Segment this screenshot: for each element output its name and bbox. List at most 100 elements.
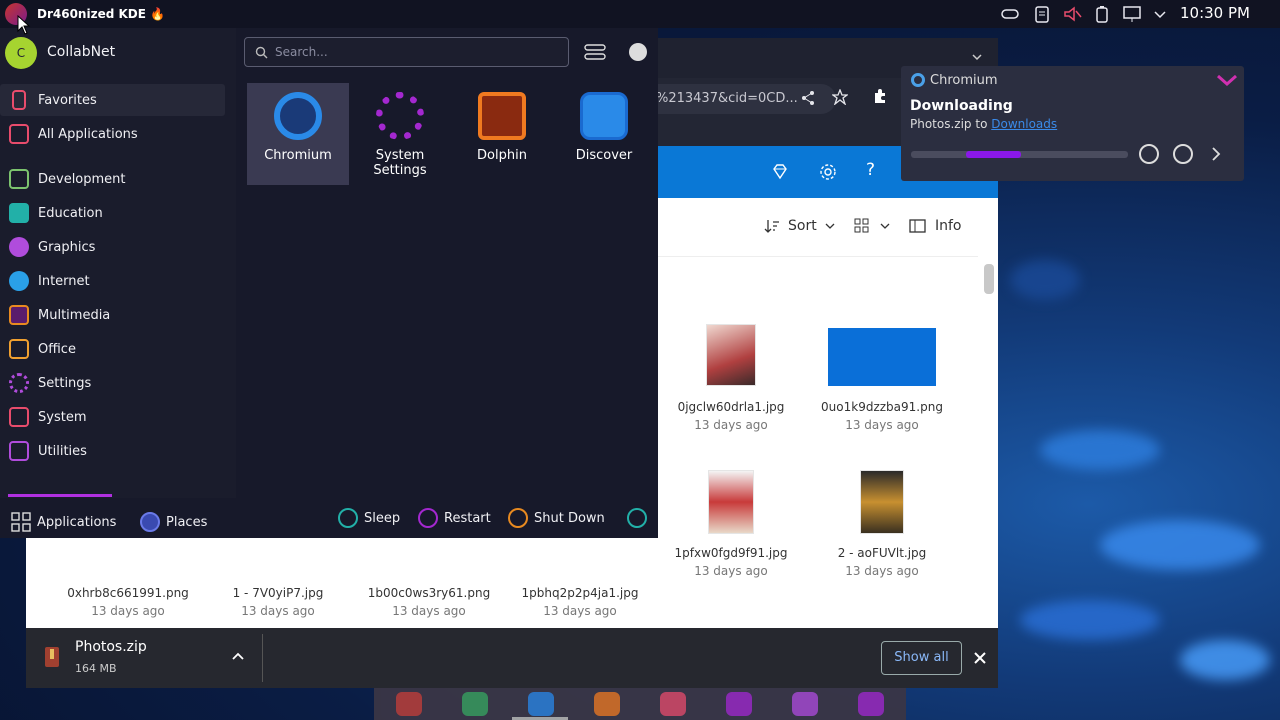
taskbar-app-icon[interactable] (660, 692, 686, 716)
tab-search-icon[interactable] (970, 50, 984, 64)
close-icon[interactable] (973, 651, 987, 669)
sidebar-item-graphics[interactable]: Graphics (0, 231, 225, 263)
file-tile[interactable]: 2 - aoFUVlt.jpg 13 days ago (812, 470, 952, 578)
sidebar-item-education[interactable]: Education (0, 197, 225, 229)
restart-label: Restart (444, 510, 491, 526)
file-date: 13 days ago (241, 604, 315, 618)
scrollbar-thumb[interactable] (984, 264, 994, 294)
power-icon (508, 508, 528, 528)
app-label: Chromium (264, 148, 332, 163)
sidebar-item-system[interactable]: System (0, 401, 225, 433)
file-tile[interactable]: 1 - 7V0yiP7.jpg 13 days ago (208, 584, 348, 618)
settings-icon (9, 373, 29, 393)
download-shelf: Photos.zip 164 MB Show all (26, 628, 998, 688)
app-chromium[interactable]: Chromium (247, 83, 349, 185)
dolphin-taskbar-icon[interactable] (594, 692, 620, 716)
download-filename[interactable]: Photos.zip (75, 639, 147, 655)
taskbar-app-icon[interactable] (726, 692, 752, 716)
sidebar-item-favorites[interactable]: Favorites (0, 84, 225, 116)
development-icon (9, 169, 29, 189)
avatar[interactable]: C (5, 37, 37, 69)
download-notification: Chromium Downloading Photos.zip to Downl… (901, 66, 1244, 181)
show-all-button[interactable]: Show all (881, 641, 962, 675)
search-icon (255, 46, 268, 59)
internet-icon (9, 271, 29, 291)
stop-icon[interactable] (1173, 144, 1193, 164)
sidebar-item-utilities[interactable]: Utilities (0, 435, 225, 467)
pause-icon[interactable] (1139, 144, 1159, 164)
shutdown-label: Shut Down (534, 510, 605, 526)
collapse-chevron-icon[interactable] (1216, 72, 1238, 92)
file-tile[interactable]: 1pfxw0fgd9f91.jpg 13 days ago (661, 470, 801, 578)
sidebar-item-label: Development (38, 171, 126, 187)
taskbar-app-icon[interactable] (396, 692, 422, 716)
app-dolphin[interactable]: Dolphin (451, 83, 553, 185)
tab-applications[interactable]: Applications (11, 512, 116, 532)
extensions-icon[interactable] (872, 88, 888, 108)
sidebar-item-office[interactable]: Office (0, 333, 225, 365)
info-button[interactable]: Info (909, 218, 962, 234)
chevron-right-icon[interactable] (1209, 146, 1223, 166)
chevron-up-icon[interactable] (231, 650, 245, 668)
sidebar-item-settings[interactable]: Settings (0, 367, 225, 399)
chromium-taskbar-icon[interactable] (528, 692, 554, 716)
configure-icon[interactable] (584, 43, 606, 65)
settings-taskbar-icon[interactable] (792, 692, 818, 716)
clipboard-icon[interactable] (1032, 4, 1052, 24)
taskbar-app-icon[interactable] (858, 692, 884, 716)
bookmark-icon (12, 90, 26, 110)
settings-gear-icon[interactable] (818, 162, 838, 186)
display-icon[interactable] (1122, 4, 1142, 24)
app-discover[interactable]: Discover (553, 83, 655, 185)
file-tile[interactable]: 1b00c0ws3ry61.png 13 days ago (359, 584, 499, 618)
sidebar-item-multimedia[interactable]: Multimedia (0, 299, 225, 331)
notification-title: Downloading (910, 98, 1013, 114)
sidebar-item-label: Graphics (38, 239, 96, 255)
file-tile[interactable]: 0jgclw60drla1.jpg 13 days ago (661, 324, 801, 432)
application-launcher: C CollabNet Search... Favorites All Appl… (0, 28, 658, 538)
user-name: CollabNet (47, 44, 116, 60)
downloads-link[interactable]: Downloads (991, 117, 1057, 131)
file-tile[interactable]: 0xhrb8c661991.png 13 days ago (58, 584, 198, 618)
chevron-down-icon[interactable] (1150, 4, 1170, 24)
network-icon[interactable] (1000, 4, 1020, 24)
battery-icon[interactable] (1092, 4, 1112, 24)
file-thumbnail (860, 470, 904, 534)
office-icon (9, 339, 29, 359)
panel-title: Dr460nized KDE 🔥 (37, 7, 166, 21)
sidebar-item-internet[interactable]: Internet (0, 265, 225, 297)
share-icon[interactable] (800, 90, 816, 110)
multimedia-icon (9, 305, 29, 325)
leave-button[interactable] (627, 508, 647, 528)
app-system-settings[interactable]: System Settings (349, 83, 451, 185)
sidebar-item-development[interactable]: Development (0, 163, 225, 195)
sidebar-item-label: Settings (38, 375, 92, 391)
taskbar-app-icon[interactable] (462, 692, 488, 716)
bookmark-star-icon[interactable] (831, 88, 849, 109)
sidebar-item-all-applications[interactable]: All Applications (0, 118, 225, 150)
shutdown-button[interactable]: Shut Down (508, 508, 605, 528)
sidebar-item-label: Multimedia (38, 307, 111, 323)
sleep-button[interactable]: Sleep (338, 508, 400, 528)
taskbar (374, 688, 906, 720)
file-tile[interactable]: 0uo1k9dzzba91.png 13 days ago (812, 328, 952, 432)
sidebar-item-label: System (38, 409, 87, 425)
chevron-down-icon (880, 223, 890, 229)
file-tile[interactable]: 1pbhq2p2p4ja1.jpg 13 days ago (510, 584, 650, 618)
tab-label: Places (166, 514, 208, 530)
zip-file-icon (42, 646, 62, 668)
file-date: 13 days ago (845, 564, 919, 578)
restart-button[interactable]: Restart (418, 508, 491, 528)
help-icon[interactable]: ? (866, 160, 875, 180)
tab-places[interactable]: Places (140, 512, 207, 532)
file-name: 0xhrb8c661991.png (67, 586, 189, 600)
volume-muted-icon[interactable] (1062, 4, 1082, 24)
search-input[interactable]: Search... (244, 37, 569, 67)
system-icon (9, 407, 29, 427)
view-toggle-button[interactable] (854, 218, 892, 234)
sort-button[interactable]: Sort (764, 218, 837, 234)
sidebar-item-label: All Applications (38, 126, 138, 142)
pin-icon[interactable] (629, 43, 647, 61)
premium-diamond-icon[interactable] (770, 162, 790, 186)
clock[interactable]: 10:30 PM (1180, 4, 1250, 22)
